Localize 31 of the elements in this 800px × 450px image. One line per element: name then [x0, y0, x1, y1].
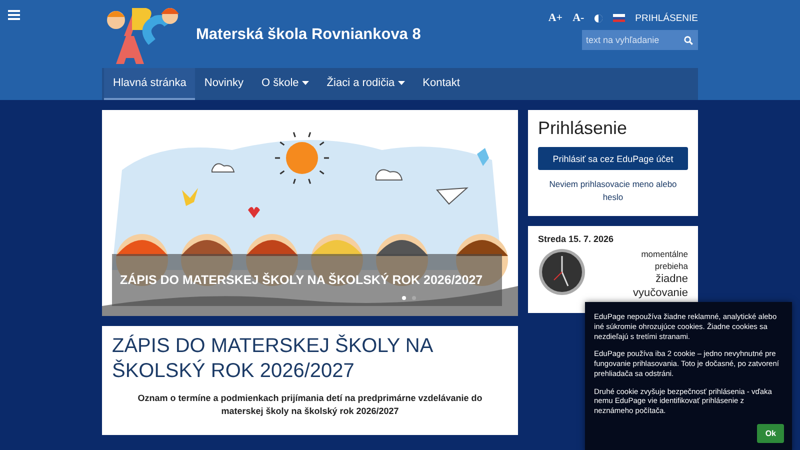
nav-link[interactable]: Kontakt [414, 68, 469, 100]
caret-icon [398, 81, 405, 85]
carousel-dot[interactable] [412, 296, 416, 300]
login-link[interactable]: PRIHLÁSENIE [635, 12, 698, 24]
lesson-text: vyučovanie [632, 286, 688, 301]
article-title[interactable]: ZÁPIS DO MATERSKEJ ŠKOLY NA ŠKOLSKÝ ROK 2026/2027 [112, 334, 508, 384]
forgot-link[interactable]: Neviem prihlasovacie meno alebo heslo [538, 178, 688, 204]
login-title: Prihlásenie [538, 118, 628, 139]
login-button[interactable]: Prihlásiť sa cez EduPage účet [538, 147, 688, 170]
caret-icon [302, 81, 309, 85]
article-lead: Oznam o termíne a podmienkach prijímania detí na predprimárne vzdelávanie do materskej školy na školský rok 2026/2027 [136, 392, 484, 418]
nav-link[interactable]: O škole [252, 68, 318, 100]
lesson-text: žiadne [656, 272, 688, 286]
clock-icon [538, 248, 586, 296]
status-text: prebieha [654, 260, 688, 272]
nav-link[interactable]: Žiaci a rodičia [318, 68, 414, 100]
nav-link[interactable]: Hlavná stránka [104, 68, 196, 100]
font-size-button[interactable]: A- [572, 12, 584, 24]
ok-button[interactable]: Ok [757, 424, 784, 443]
menu-icon[interactable] [8, 10, 20, 20]
site-title[interactable]: Materská škola Rovniankova 8 [196, 26, 548, 44]
carousel-dot[interactable] [402, 296, 406, 300]
date-text: Streda 15. 7. 2026 [538, 234, 615, 244]
contrast-icon[interactable] [594, 14, 604, 22]
font-size-button[interactable]: A+ [548, 12, 563, 24]
status-text: momentálne [641, 248, 688, 260]
search-icon[interactable] [684, 36, 693, 44]
nav-link[interactable]: Novinky [195, 68, 252, 100]
flag-icon[interactable] [613, 14, 626, 22]
search-field[interactable]: text na vyhľadanie [582, 30, 698, 50]
slide-caption[interactable]: ZÁPIS DO MATERSKEJ ŠKOLY NA ŠKOLSKÝ ROK 2026/2027 [112, 254, 502, 306]
